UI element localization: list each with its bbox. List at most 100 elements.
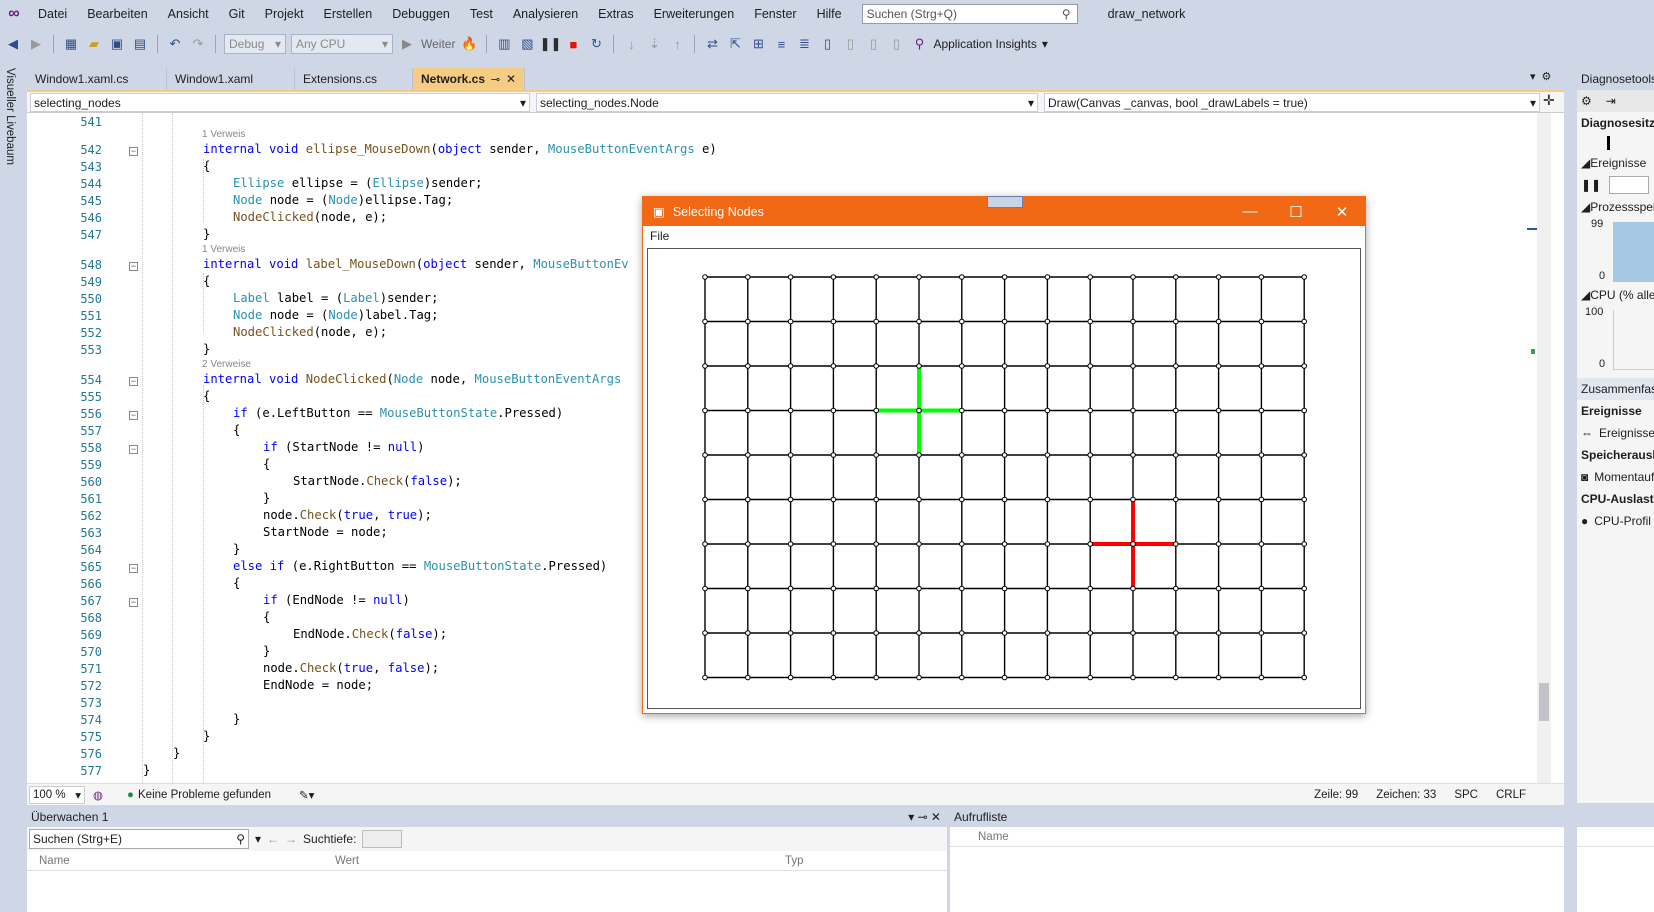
grid-node[interactable] [916,363,922,369]
grid-node[interactable] [787,407,794,414]
grid-node[interactable] [1258,318,1265,325]
chevron-down-icon[interactable]: ▾ [1042,37,1048,51]
collapse-icon[interactable]: − [129,377,138,386]
problems-status[interactable]: Keine Probleme gefunden [138,789,271,801]
grid-node[interactable] [959,630,965,636]
grid-node[interactable] [1130,496,1136,503]
export-icon[interactable]: ⇥ [1606,94,1616,108]
grid-node[interactable] [702,630,708,636]
grid-node[interactable] [1130,274,1136,280]
grid-node[interactable] [1301,585,1308,592]
menu-help[interactable]: Hilfe [807,0,852,28]
grid-node[interactable] [1173,674,1179,681]
grid-node[interactable] [873,674,879,681]
grid-node[interactable] [1130,407,1136,414]
grid-node[interactable] [745,363,751,369]
network-grid[interactable] [648,249,1360,708]
collapse-icon[interactable]: − [129,147,138,156]
grid-node[interactable] [745,318,751,325]
tab-summary[interactable]: Zusammenfassung [1577,378,1654,400]
grid-node[interactable] [1044,274,1051,280]
grid-node[interactable] [702,363,708,369]
grid-node[interactable] [873,585,879,592]
pin-icon[interactable]: ⊸ [491,73,500,86]
search-depth-select[interactable] [362,830,403,848]
grid-node[interactable] [1087,363,1094,369]
grid-node[interactable] [1044,496,1051,503]
grid-node[interactable] [873,363,879,369]
continue-icon[interactable]: ▶ [398,35,416,53]
grid-node[interactable] [1173,274,1179,280]
grid-node[interactable] [916,585,922,592]
split-icon[interactable]: ✛ [1543,92,1555,112]
zoom-select[interactable]: 100 % ▾ [29,785,85,804]
grid-node[interactable] [1258,274,1265,280]
save-all-icon[interactable]: ▤ [131,35,149,53]
grid-node[interactable] [873,318,879,325]
grid-node[interactable] [1301,363,1308,369]
collapse-icon[interactable]: − [129,445,138,454]
codelens-references[interactable]: 2 Verweise [202,359,251,370]
grid-node[interactable] [959,407,965,414]
column-header-type[interactable]: Typ [777,855,804,867]
collapse-icon[interactable]: − [129,598,138,607]
grid-node[interactable] [1130,363,1136,369]
scrollbar-thumb[interactable] [1539,683,1549,721]
step-out-icon[interactable]: ↑ [668,35,686,53]
grid-node[interactable] [1087,674,1094,681]
menu-git[interactable]: Git [219,0,255,28]
grid-node[interactable] [916,452,922,458]
grid-node[interactable] [1215,452,1222,458]
grid-node[interactable] [1301,541,1308,547]
tab-list-icon[interactable]: ▾ [1530,70,1536,88]
grid-node[interactable] [1301,630,1308,636]
grid-node[interactable] [959,274,965,280]
grid-node[interactable] [1215,674,1222,681]
debug-toolbar-handle[interactable] [987,196,1023,208]
grid-node[interactable] [1301,674,1308,681]
minimize-icon[interactable]: — [1227,203,1273,220]
grid-node[interactable] [1087,318,1094,325]
menu-window[interactable]: Fenster [744,0,806,28]
grid-node[interactable] [702,541,708,547]
collapse-icon[interactable]: − [129,564,138,573]
hot-reload-icon[interactable]: 🔥 [460,35,478,53]
menu-build[interactable]: Erstellen [314,0,383,28]
grid-node[interactable] [1258,452,1265,458]
grid-node[interactable] [1044,318,1051,325]
grid-node[interactable] [1301,496,1308,503]
menu-file[interactable]: Datei [28,0,77,28]
grid-node[interactable] [787,363,794,369]
grid-node[interactable] [1258,630,1265,636]
grid-node[interactable] [1001,541,1008,547]
column-header-value[interactable]: Wert [327,855,777,867]
grid-node[interactable] [1087,541,1094,547]
grid-node[interactable] [830,585,837,592]
diag-process-header[interactable]: ◢ Prozessspeicher [1577,196,1654,218]
lightbulb-icon[interactable]: ⚲ [910,35,928,53]
grid-node[interactable] [745,496,751,503]
grid-node[interactable] [702,274,708,280]
grid-node[interactable] [830,274,837,280]
grid-node[interactable] [1173,363,1179,369]
forward-icon[interactable]: ▶ [27,35,45,53]
grid-node[interactable] [1173,541,1179,547]
undo-icon[interactable]: ↶ [166,35,184,53]
grid-node[interactable] [1173,496,1179,503]
grid-node[interactable] [1001,318,1008,325]
grid-node[interactable] [1258,674,1265,681]
step-into-icon[interactable]: ↓ [622,35,640,53]
hot-path-icon[interactable]: ⇄ [703,35,721,53]
grid-node[interactable] [1001,674,1008,681]
restart-icon[interactable]: ↻ [587,35,605,53]
visual-studio-logo-icon[interactable]: ∞ [0,0,28,28]
grid-node[interactable] [702,674,708,681]
close-icon[interactable]: ✕ [506,72,516,86]
grid-node[interactable] [1215,585,1222,592]
grid-node[interactable] [830,407,837,414]
grid-node[interactable] [1001,274,1008,280]
grid-node[interactable] [1215,318,1222,325]
save-icon[interactable]: ▣ [108,35,126,53]
grid-node[interactable] [1215,407,1222,414]
grid-node[interactable] [873,274,879,280]
